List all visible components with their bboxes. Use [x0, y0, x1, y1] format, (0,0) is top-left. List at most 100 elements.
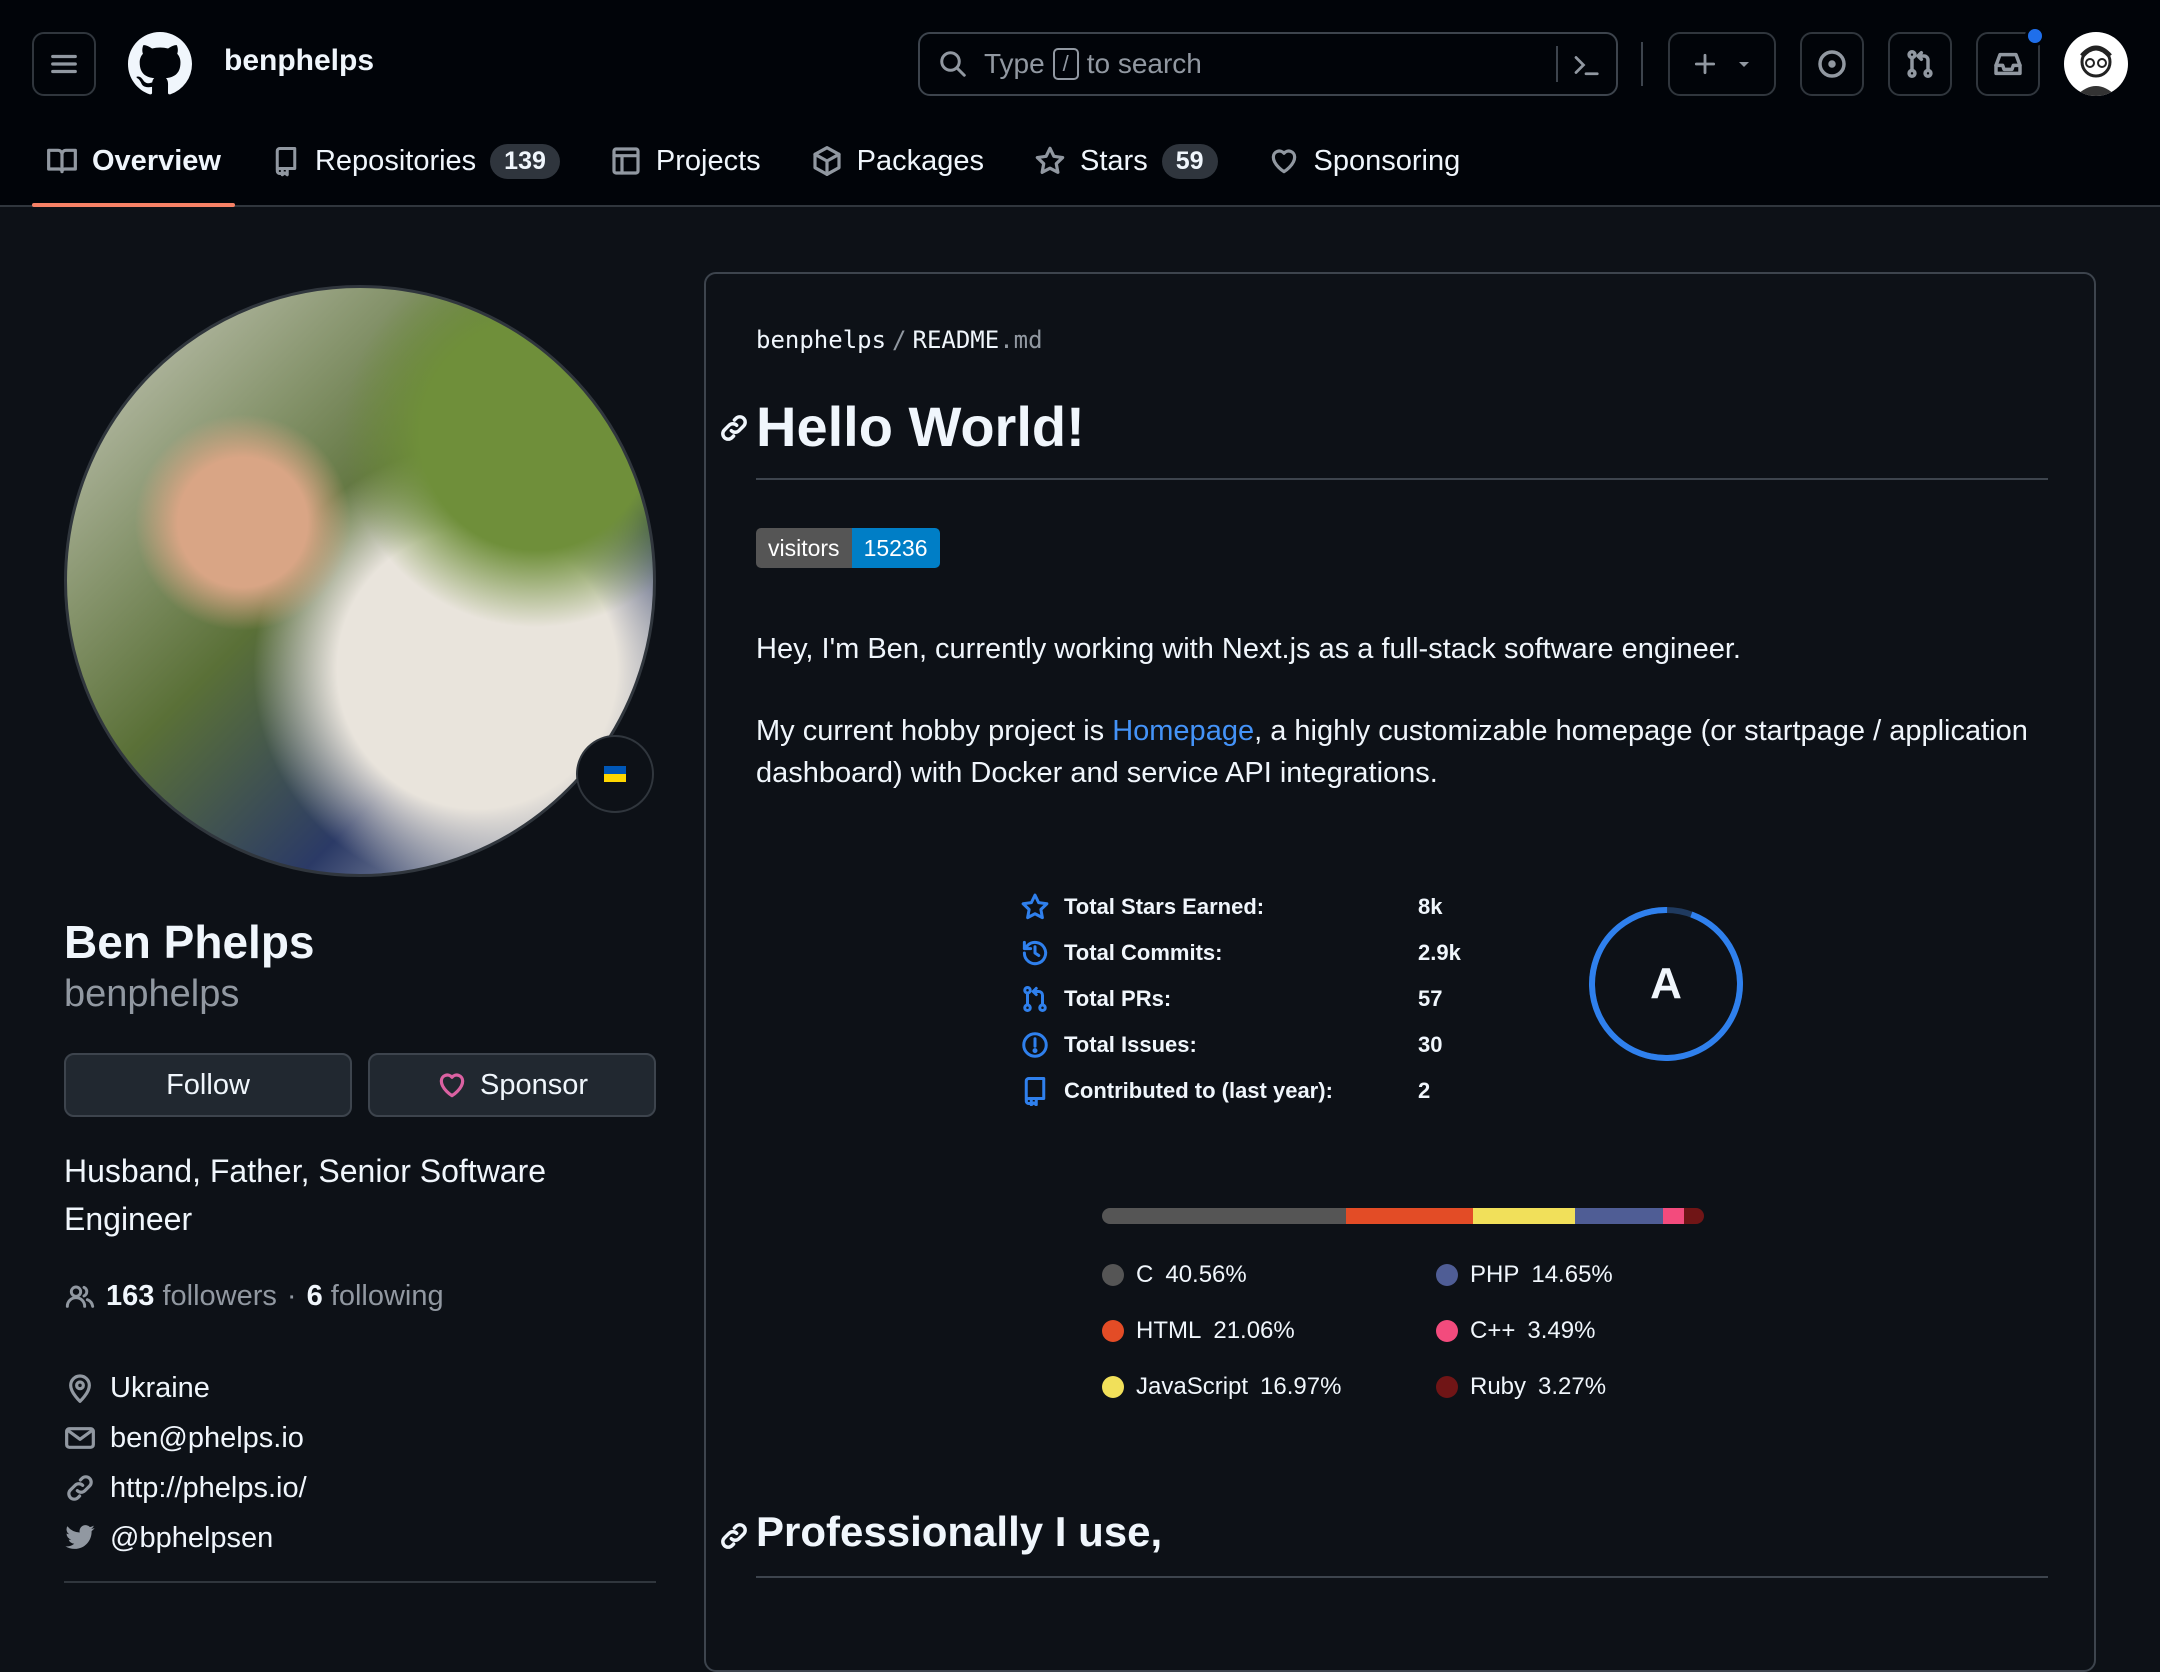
command-palette-icon[interactable]: [1570, 50, 1602, 80]
user-avatar[interactable]: [2064, 32, 2128, 96]
stat-label: Total Commits:: [1064, 940, 1223, 965]
language-dot: [1436, 1320, 1458, 1342]
language-bar-segment: [1575, 1208, 1664, 1224]
profile-nav: Overview Repositories 139 Projects Packa…: [32, 128, 1496, 207]
package-icon: [813, 146, 841, 176]
language-bar-segment: [1684, 1208, 1704, 1224]
profile-email[interactable]: ben@phelps.io: [64, 1413, 307, 1463]
language-item-ruby: Ruby 3.27%: [1436, 1366, 1736, 1408]
profile-details: Ukraine ben@phelps.io http://phelps.io/ …: [64, 1363, 307, 1563]
readme-file-name[interactable]: README: [913, 326, 1000, 354]
tab-label: Repositories: [314, 144, 477, 177]
language-name: C++: [1470, 1317, 1516, 1344]
language-percent: 3.27%: [1538, 1373, 1607, 1400]
search-shortcut-key: /: [1052, 48, 1079, 80]
sidebar-divider: [64, 1581, 656, 1583]
link-icon: [721, 1523, 747, 1549]
language-percent: 21.06%: [1213, 1317, 1295, 1344]
follow-label: Follow: [166, 1068, 250, 1101]
search-input[interactable]: Type / to search: [918, 32, 1618, 96]
language-dot: [1102, 1320, 1124, 1342]
profile-full-name: Ben Phelps: [64, 916, 315, 968]
tab-label: Sponsoring: [1313, 144, 1461, 177]
readme-intro: Hey, I'm Ben, currently working with Nex…: [756, 633, 1741, 665]
search-divider: [1556, 46, 1558, 82]
website-text: http://phelps.io/: [110, 1471, 307, 1504]
tab-packages[interactable]: Packages: [797, 128, 998, 194]
people-icon: [65, 1285, 95, 1308]
language-item-cpp: C++ 3.49%: [1436, 1310, 1736, 1352]
profile-avatar[interactable]: [64, 285, 656, 877]
language-dot: [1102, 1264, 1124, 1286]
heading-anchor[interactable]: [718, 412, 750, 449]
stars-counter: 59: [1161, 143, 1218, 179]
link-icon: [67, 1475, 93, 1501]
issues-button[interactable]: [1800, 32, 1864, 96]
stat-label: Contributed to (last year):: [1064, 1078, 1333, 1103]
language-percent: 14.65%: [1531, 1261, 1613, 1288]
language-name: HTML: [1136, 1317, 1202, 1344]
stat-row-commits: Total Commits: 2.9k: [1020, 930, 1461, 976]
readme-heading-professionally: Professionally I use,: [756, 1508, 1163, 1555]
github-stats-card: Total Stars Earned: 8k Total Commits: 2.…: [1020, 884, 1461, 1114]
following-count: 6: [306, 1280, 323, 1312]
language-name: Ruby: [1470, 1373, 1527, 1400]
email-text: ben@phelps.io: [110, 1421, 304, 1454]
tab-repositories[interactable]: Repositories 139: [257, 128, 574, 194]
visitors-badge: visitors 15236: [756, 528, 940, 568]
menu-button[interactable]: [32, 32, 96, 96]
follow-stats: 163 followers · 6 following: [64, 1280, 444, 1313]
readme-owner-link[interactable]: benphelps: [756, 326, 886, 354]
profile-location: Ukraine: [64, 1363, 307, 1413]
status-emoji[interactable]: [576, 735, 654, 813]
tab-overview[interactable]: Overview: [32, 128, 235, 207]
tab-label: Overview: [92, 144, 221, 177]
tab-label: Stars: [1080, 144, 1148, 177]
create-new-button[interactable]: [1668, 32, 1776, 96]
heading-divider: [756, 478, 2048, 480]
repo-icon: [275, 147, 297, 177]
language-item-c: C 40.56%: [1102, 1254, 1436, 1296]
profile-twitter[interactable]: @bphelpsen: [64, 1513, 307, 1563]
profile-bio: Husband, Father, Senior Software Enginee…: [64, 1153, 547, 1237]
stat-row-contributed: Contributed to (last year): 2: [1020, 1068, 1461, 1114]
heading-divider: [756, 1576, 2048, 1578]
hamburger-icon: [51, 54, 77, 74]
tab-projects[interactable]: Projects: [596, 128, 775, 194]
tab-stars[interactable]: Stars 59: [1020, 128, 1232, 194]
github-logo[interactable]: [128, 32, 192, 96]
language-name: JavaScript: [1136, 1373, 1249, 1400]
follow-separator: ·: [286, 1280, 297, 1312]
stat-value: 2: [1418, 1078, 1431, 1103]
tab-sponsoring[interactable]: Sponsoring: [1254, 128, 1475, 194]
search-icon: [940, 51, 966, 77]
git-pull-request-icon: [1907, 49, 1933, 78]
header-username[interactable]: benphelps: [224, 44, 374, 78]
homepage-link[interactable]: Homepage: [1112, 715, 1254, 747]
language-bar-segment: [1346, 1208, 1473, 1224]
heading-anchor[interactable]: [718, 1520, 750, 1557]
language-bar-segment: [1663, 1208, 1685, 1224]
readme-hobby: My current hobby project is Homepage, a …: [756, 710, 2066, 794]
language-dot: [1436, 1264, 1458, 1286]
followers-label: followers: [162, 1280, 277, 1312]
badge-value: 15236: [851, 528, 940, 568]
followers-link[interactable]: 163 followers: [106, 1280, 277, 1313]
readme-file-ext: .md: [999, 326, 1043, 354]
twitter-icon: [65, 1525, 95, 1549]
tab-label: Packages: [856, 144, 985, 177]
link-icon: [721, 415, 747, 441]
top-header: benphelps Type / to search Overview Repo…: [0, 0, 2160, 207]
repositories-counter: 139: [490, 143, 560, 179]
sponsor-label: Sponsor: [479, 1068, 588, 1101]
rank-circle: A: [1589, 906, 1743, 1061]
language-item-php: PHP 14.65%: [1436, 1254, 1736, 1296]
following-link[interactable]: 6 following: [307, 1280, 444, 1313]
header-divider: [1641, 42, 1643, 86]
pull-request-icon: [1023, 985, 1047, 1012]
pull-requests-button[interactable]: [1888, 32, 1952, 96]
sponsor-button[interactable]: Sponsor: [368, 1053, 656, 1117]
history-icon: [1022, 940, 1048, 966]
follow-button[interactable]: Follow: [64, 1053, 352, 1117]
profile-website[interactable]: http://phelps.io/: [64, 1463, 307, 1513]
